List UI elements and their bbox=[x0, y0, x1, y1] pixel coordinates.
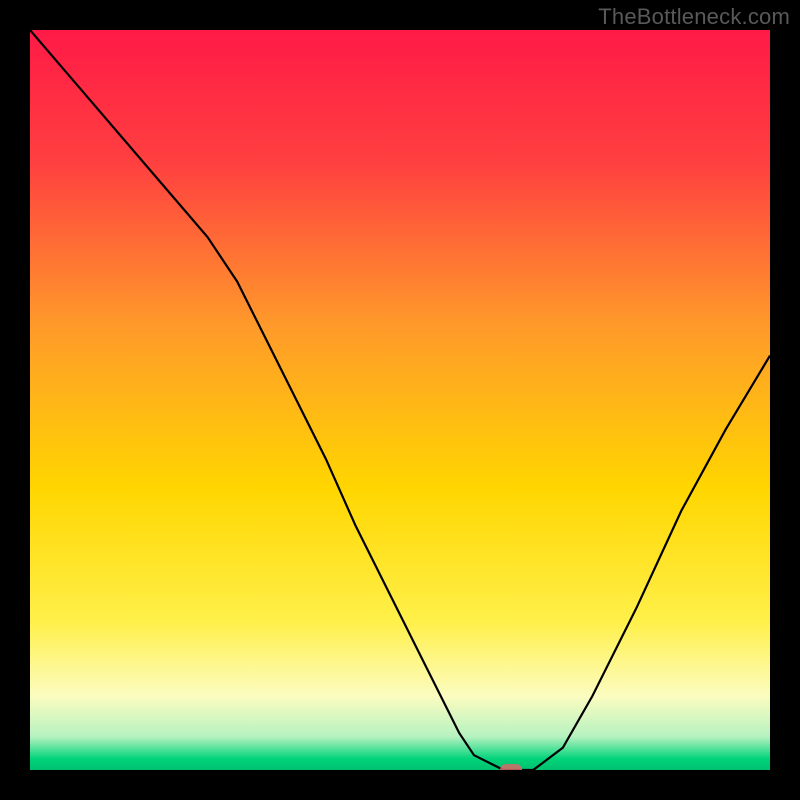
optimal-marker bbox=[500, 764, 522, 770]
heat-background bbox=[30, 30, 770, 770]
chart-frame: TheBottleneck.com bbox=[0, 0, 800, 800]
bottleneck-chart bbox=[30, 30, 770, 770]
watermark-text: TheBottleneck.com bbox=[598, 4, 790, 30]
